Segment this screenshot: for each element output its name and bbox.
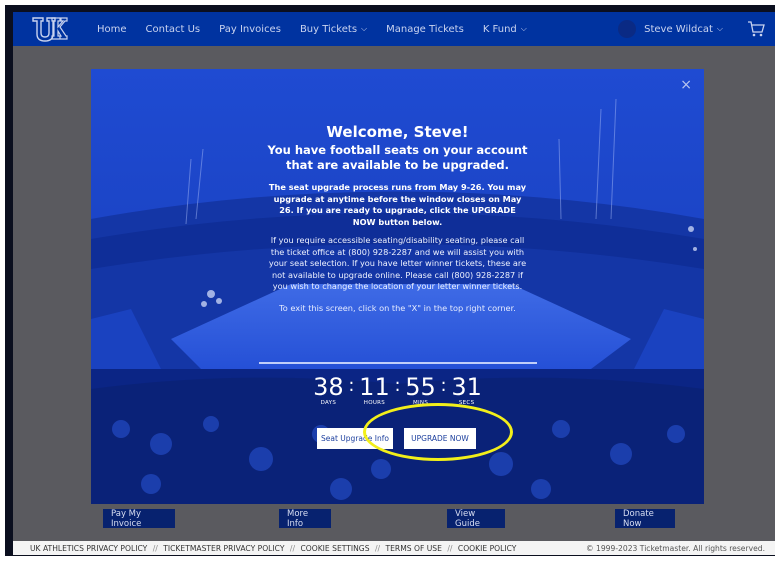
- page-action-buttons: Pay My Invoice More Info View Guide Dona…: [13, 508, 775, 530]
- countdown-secs-value: 31: [451, 373, 482, 401]
- countdown-separator: :: [348, 375, 355, 396]
- footer-links: UK ATHLETICS PRIVACY POLICY // TICKETMAS…: [30, 544, 516, 553]
- nav-buy-tickets[interactable]: Buy Tickets ⌵: [300, 24, 367, 35]
- nav-label: Manage Tickets: [386, 23, 464, 35]
- nav-manage-tickets[interactable]: Manage Tickets: [386, 24, 464, 35]
- countdown-hours-label: HOURS: [363, 400, 386, 406]
- cart-icon[interactable]: [747, 20, 765, 42]
- upgrade-window-text: The seat upgrade process runs from May 9…: [268, 182, 527, 227]
- pay-my-invoice-button[interactable]: Pay My Invoice: [103, 509, 175, 529]
- nav-label: Contact Us: [145, 23, 201, 35]
- donate-now-button[interactable]: Donate Now: [615, 509, 675, 529]
- countdown-hours-value: 11: [359, 373, 390, 401]
- countdown-mins: 55 MINS: [404, 375, 438, 406]
- countdown-days-label: DAYS: [320, 400, 337, 406]
- welcome-heading: Welcome, Steve!: [326, 123, 469, 141]
- footer-link-cookie-settings[interactable]: COOKIE SETTINGS: [300, 544, 369, 553]
- view-guide-button[interactable]: View Guide: [447, 509, 505, 529]
- modal-message: Welcome, Steve! You have football seats …: [91, 123, 704, 313]
- footer-link-uk-privacy[interactable]: UK ATHLETICS PRIVACY POLICY: [30, 544, 147, 553]
- chevron-down-icon: ⌵: [361, 24, 368, 33]
- nav-pay-invoices[interactable]: Pay Invoices: [219, 24, 281, 35]
- countdown-hours: 11 HOURS: [357, 375, 391, 406]
- nav-k-fund[interactable]: K Fund ⌵: [483, 24, 527, 35]
- nav-contact-us[interactable]: Contact Us: [146, 24, 201, 35]
- accessible-seating-text: If you require accessible seating/disabi…: [268, 235, 527, 291]
- countdown-separator: :: [440, 375, 447, 396]
- footer-separator: //: [447, 543, 453, 553]
- user-name: Steve Wildcat: [644, 23, 713, 35]
- footer-separator: //: [152, 543, 158, 553]
- countdown-mins-value: 55: [405, 373, 436, 401]
- top-navigation: Home Contact Us Pay Invoices Buy Tickets…: [13, 12, 775, 46]
- chevron-down-icon: ⌵: [716, 24, 723, 33]
- footer-link-terms[interactable]: TERMS OF USE: [385, 544, 441, 553]
- chevron-down-icon: ⌵: [520, 24, 527, 33]
- nav-label: Buy Tickets: [299, 23, 358, 35]
- nav-label: Home: [97, 23, 127, 35]
- countdown-days-value: 38: [313, 373, 344, 401]
- countdown-separator: :: [394, 375, 401, 396]
- nav-home[interactable]: Home: [97, 24, 127, 35]
- nav-label: Pay Invoices: [219, 23, 281, 35]
- footer: UK ATHLETICS PRIVACY POLICY // TICKETMAS…: [13, 541, 775, 555]
- countdown-days: 38 DAYS: [311, 375, 345, 406]
- avatar-icon: [618, 20, 637, 38]
- nav-label: K Fund: [482, 23, 517, 35]
- uk-logo-icon[interactable]: [27, 12, 71, 46]
- divider: [259, 362, 537, 364]
- footer-link-tm-privacy[interactable]: TICKETMASTER PRIVACY POLICY: [163, 544, 284, 553]
- copyright: © 1999-2023 Ticketmaster. All rights res…: [585, 543, 765, 553]
- upgrade-available-text: You have football seats on your account …: [267, 143, 528, 172]
- footer-link-cookie-policy[interactable]: COOKIE POLICY: [458, 544, 517, 553]
- more-info-button[interactable]: More Info: [279, 509, 331, 529]
- exit-instructions: To exit this screen, click on the "X" in…: [279, 302, 516, 313]
- countdown-secs: 31 SECS: [450, 375, 484, 406]
- countdown-timer: 38 DAYS : 11 HOURS : 55 MINS : 31 SECS: [91, 375, 704, 406]
- close-icon[interactable]: ×: [680, 77, 692, 93]
- yellow-highlight-circle: [363, 403, 513, 461]
- footer-separator: //: [289, 543, 296, 553]
- user-menu[interactable]: Steve Wildcat ⌵: [618, 20, 723, 38]
- footer-separator: //: [374, 543, 381, 553]
